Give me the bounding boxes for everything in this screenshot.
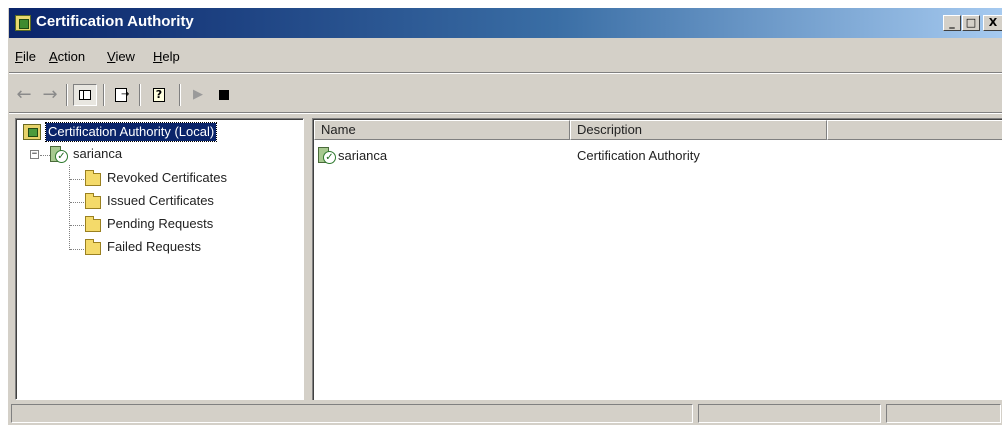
folder-icon (85, 170, 101, 186)
column-header-name[interactable]: Name (314, 120, 570, 140)
certificate-authority-icon (15, 15, 31, 31)
tree-folder-label: Failed Requests (107, 239, 201, 254)
toolbar-separator (139, 84, 141, 106)
tree-server-label: sarianca (73, 146, 123, 161)
mmc-window: Certification Authority _ □ X File Actio… (8, 8, 1002, 425)
show-hide-tree-icon[interactable] (73, 84, 97, 106)
list-row-name: sarianca (338, 148, 388, 163)
column-header-description[interactable]: Description (570, 120, 827, 140)
title-bar[interactable]: Certification Authority _ □ X (9, 8, 1002, 38)
stop-service-icon[interactable] (213, 84, 235, 106)
ca-server-icon: ✓ (50, 146, 68, 164)
console-tree-pane[interactable]: Certification Authority (Local) − ✓ sari… (15, 118, 304, 400)
menu-action-rest: ction (57, 49, 86, 64)
menu-help-rest: elp (162, 49, 180, 64)
export-list-icon[interactable] (110, 84, 132, 106)
folder-icon (85, 216, 101, 232)
list-row[interactable]: ✓ sarianca Certification Authority (318, 147, 998, 165)
tree-folder-label: Issued Certificates (107, 193, 214, 208)
list-row-description: Certification Authority (577, 148, 700, 163)
maximize-button[interactable]: □ (962, 15, 980, 31)
toolbar: ← → ? ▶ (9, 80, 1002, 110)
tree-connector (40, 155, 50, 156)
minimize-button[interactable]: _ (943, 15, 961, 31)
column-header-extra[interactable] (827, 120, 1002, 140)
tree-folder-label: Pending Requests (107, 216, 214, 231)
status-cell-right (886, 404, 1001, 423)
toolbar-content-divider (9, 112, 1002, 114)
tree-connector (70, 179, 84, 180)
details-list-pane[interactable]: Name Description ✓ sarianca Certificatio… (312, 118, 1002, 400)
menu-action-hotkey: A (49, 49, 58, 64)
tree-connector (70, 202, 84, 203)
folder-icon (85, 239, 101, 255)
menu-help-hotkey: H (153, 49, 163, 64)
menu-file-hotkey: F (15, 49, 23, 64)
tree-root-label: Certification Authority (Local) (44, 122, 218, 142)
toolbar-separator (179, 84, 181, 106)
tree-connector (70, 249, 84, 250)
status-bar (9, 400, 1002, 425)
menu-file[interactable]: File (15, 49, 36, 64)
window-title: Certification Authority (36, 13, 194, 30)
toolbar-separator (66, 84, 68, 106)
forward-icon[interactable]: → (39, 84, 61, 106)
menu-help[interactable]: Help (153, 49, 180, 64)
tree-connector (70, 225, 84, 226)
menu-action[interactable]: Action (49, 49, 85, 64)
start-service-icon[interactable]: ▶ (187, 84, 209, 106)
menu-view[interactable]: View (107, 49, 135, 64)
help-icon[interactable]: ? (148, 84, 170, 106)
menu-toolbar-divider (9, 72, 1002, 74)
menu-view-rest: iew (115, 49, 135, 64)
folder-icon (85, 193, 101, 209)
tree-connector (69, 165, 70, 250)
certificate-authority-icon (23, 124, 41, 140)
tree-folder-label: Revoked Certificates (107, 170, 227, 185)
menu-bar: File Action View Help (9, 46, 1002, 68)
status-cell-main (11, 404, 693, 423)
toolbar-separator (103, 84, 105, 106)
status-cell-middle (698, 404, 881, 423)
back-icon[interactable]: ← (13, 84, 35, 106)
close-button[interactable]: X (983, 15, 1002, 31)
collapse-toggle[interactable]: − (30, 150, 39, 159)
ca-server-icon: ✓ (318, 147, 336, 165)
menu-file-rest: ile (22, 49, 36, 64)
